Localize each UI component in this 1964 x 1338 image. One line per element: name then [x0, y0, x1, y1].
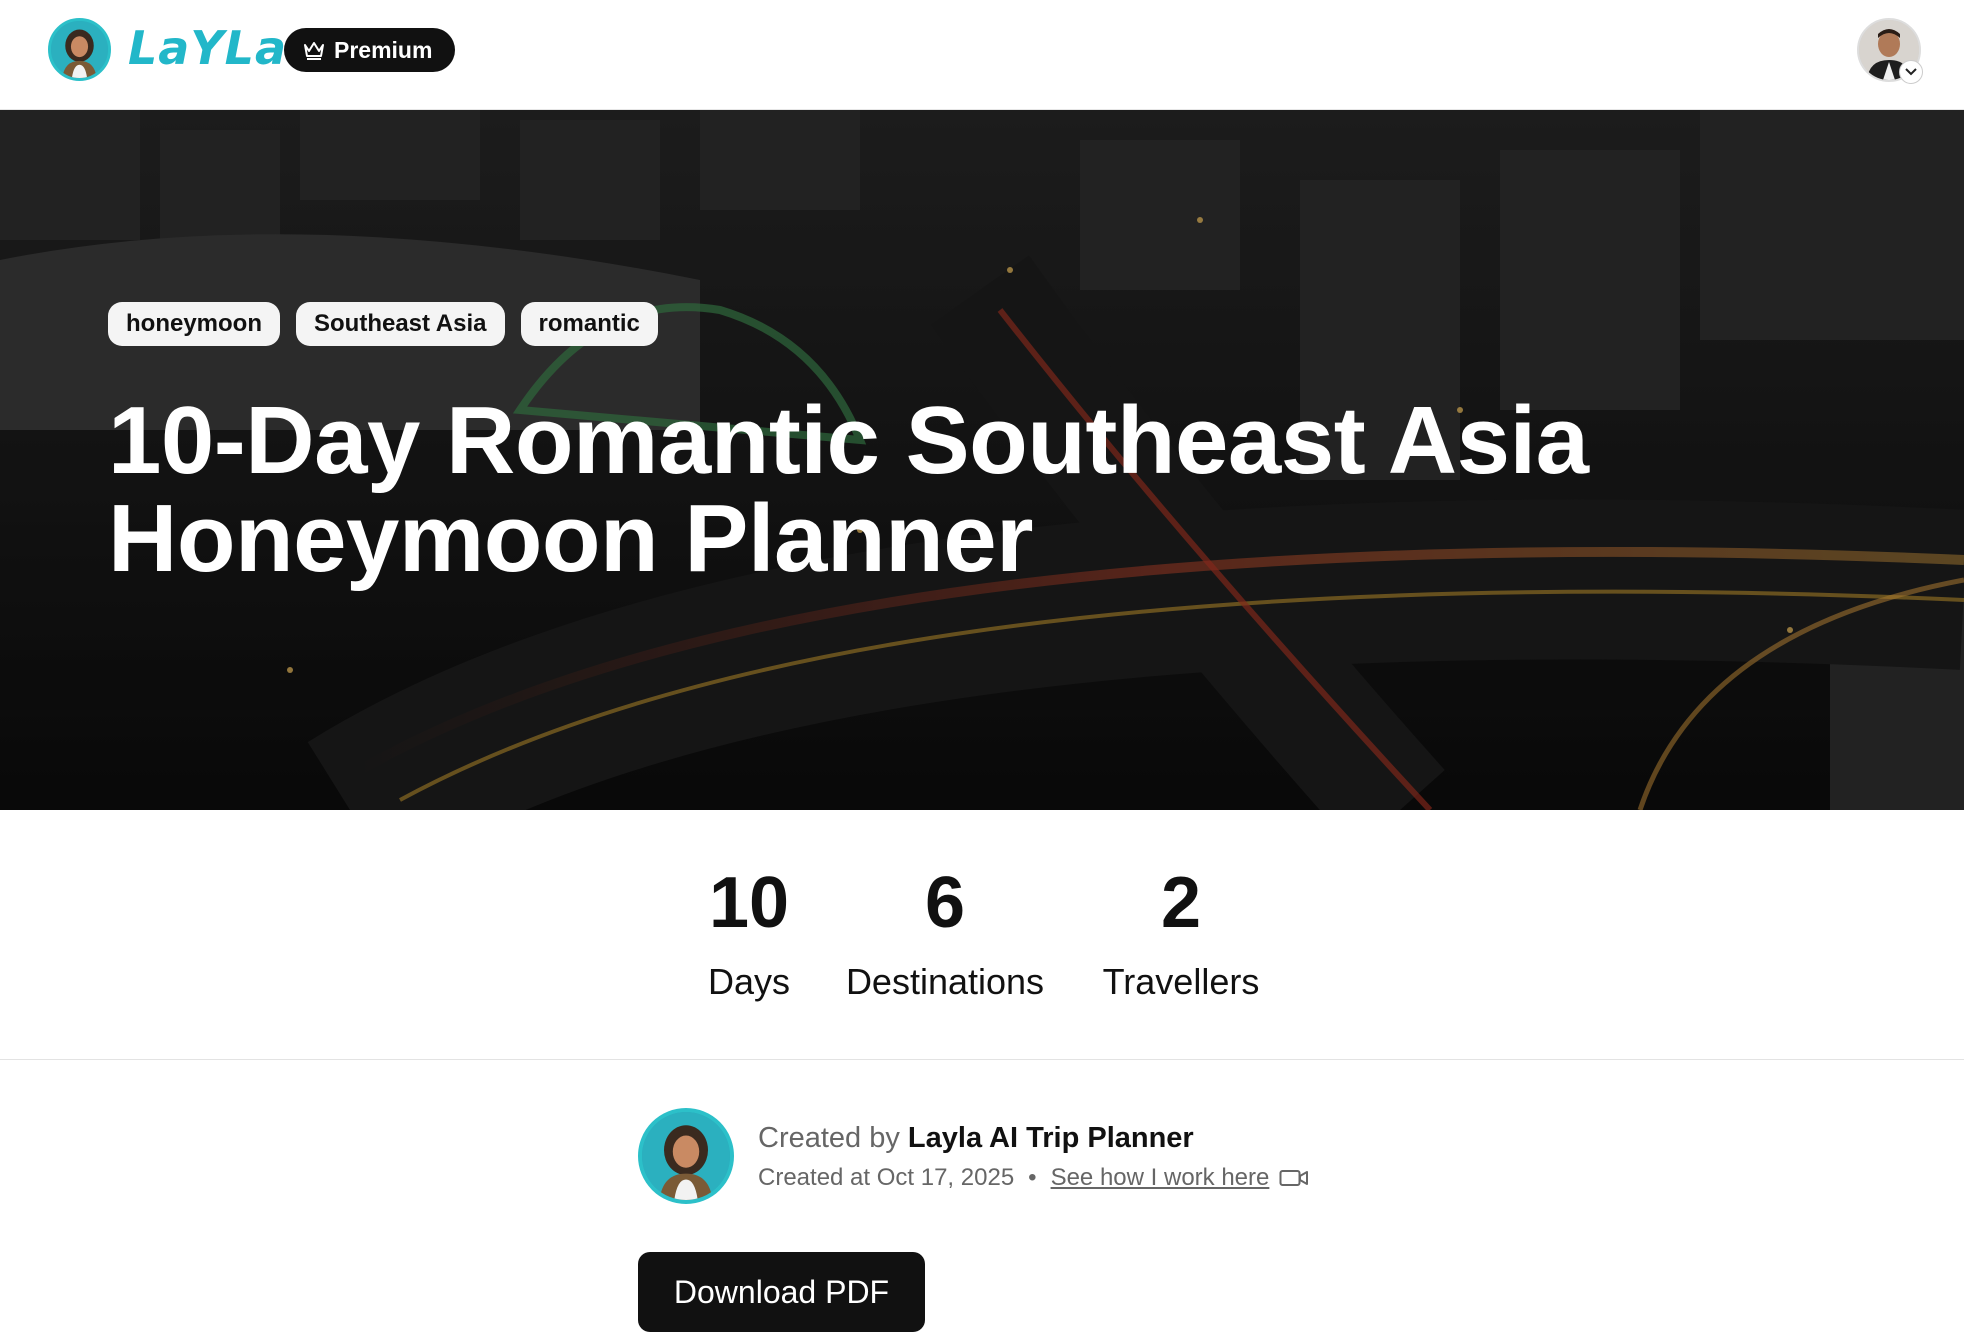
chevron-down-icon [1899, 60, 1923, 84]
video-icon[interactable] [1279, 1167, 1309, 1189]
assistant-portrait-image [51, 21, 108, 78]
trip-stats: 10 Days 6 Destinations 2 Travellers [0, 810, 1964, 1060]
stat-travellers-value: 2 [1160, 863, 1202, 943]
tag-honeymoon[interactable]: honeymoon [108, 302, 280, 346]
stat-travellers: 2 Travellers [1097, 862, 1265, 1004]
created-date: Created at Oct 17, 2025 [758, 1164, 1015, 1191]
page-title: 10-Day Romantic Southeast Asia Honeymoon… [108, 387, 1589, 592]
stat-days-label: Days [707, 961, 791, 1002]
created-by: Created by Layla AI Trip Planner [758, 1120, 1194, 1156]
trip-tags: honeymoon Southeast Asia romantic [108, 302, 658, 346]
stat-destinations-label: Destinations [845, 961, 1045, 1002]
created-meta: Created at Oct 17, 2025 • See how I work… [758, 1162, 1309, 1194]
stat-days-value: 10 [708, 863, 790, 943]
see-how-link[interactable]: See how I work here [1051, 1162, 1270, 1194]
layla-logo[interactable]: LaYLa [128, 20, 287, 76]
top-header: LaYLa Premium [0, 0, 1964, 110]
created-by-prefix: Created by [758, 1122, 900, 1154]
stat-travellers-label: Travellers [1102, 961, 1260, 1002]
premium-badge[interactable]: Premium [284, 28, 455, 72]
meta-separator: • [1028, 1164, 1037, 1191]
brand-avatar[interactable] [48, 18, 111, 81]
tag-southeast-asia[interactable]: Southeast Asia [296, 302, 505, 346]
stat-days: 10 Days [706, 862, 792, 1004]
user-menu-button[interactable] [1857, 18, 1923, 84]
premium-label: Premium [334, 36, 433, 63]
author-name: Layla AI Trip Planner [907, 1122, 1194, 1154]
stat-destinations-value: 6 [924, 863, 966, 943]
tag-romantic[interactable]: romantic [520, 302, 658, 346]
crown-icon [304, 42, 324, 60]
hero-banner: honeymoon Southeast Asia romantic 10-Day… [0, 110, 1964, 810]
author-avatar [638, 1108, 734, 1204]
download-pdf-button[interactable]: Download PDF [638, 1252, 925, 1332]
stat-destinations: 6 Destinations [838, 862, 1052, 1004]
